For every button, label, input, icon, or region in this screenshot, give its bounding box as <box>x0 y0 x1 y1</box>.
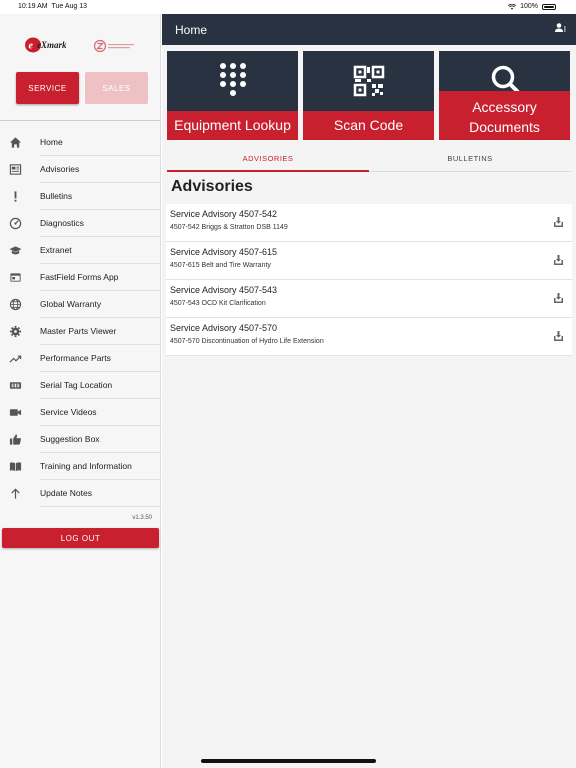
gauge-icon <box>9 217 22 230</box>
accessory-documents-label: Accessory Documents <box>439 91 570 140</box>
book-icon <box>9 462 22 472</box>
globe-icon <box>9 298 22 311</box>
status-time: 10:19 AM Tue Aug 13 <box>18 3 88 10</box>
sidebar-item-performance-parts[interactable]: Performance Parts <box>0 345 161 372</box>
keypad-icon <box>219 63 246 96</box>
sidebar-item-label: Global Warranty <box>40 299 102 309</box>
newspaper-icon <box>9 164 22 175</box>
gear-icon <box>9 325 22 338</box>
advisory-subtitle: 4507-543 OCD Kit Clarification <box>170 300 266 307</box>
sidebar-item-label: Master Parts Viewer <box>40 326 117 336</box>
trending-up-icon <box>9 355 22 363</box>
sidebar-item-label: Serial Tag Location <box>40 380 113 390</box>
sidebar-item-fastfield[interactable]: FastField Forms App <box>0 264 161 291</box>
status-bar: 10:19 AM Tue Aug 13 100% <box>0 0 576 14</box>
sidebar-item-label: Training and Information <box>40 461 132 471</box>
accessory-documents-tile[interactable]: Accessory Documents <box>439 51 570 140</box>
sidebar-item-advisories[interactable]: Advisories <box>0 156 161 183</box>
sidebar-item-label: Extranet <box>40 245 72 255</box>
list-item[interactable]: Service Advisory 4507-543 4507-543 OCD K… <box>166 280 572 318</box>
advisory-title: Service Advisory 4507-543 <box>170 285 278 295</box>
sidebar-item-label: Suggestion Box <box>40 434 100 444</box>
sidebar-item-label: Advisories <box>40 164 80 174</box>
sales-segment-button[interactable]: SALES <box>85 72 148 104</box>
app-version: v1.3.50 <box>132 515 152 521</box>
status-right: 100% <box>508 3 556 10</box>
sidebar-divider <box>0 120 161 121</box>
z-equipment-logo <box>93 39 134 53</box>
equipment-lookup-tile[interactable]: Equipment Lookup <box>167 51 298 140</box>
list-item[interactable]: Service Advisory 4507-615 4507-615 Belt … <box>166 242 572 280</box>
list-item[interactable]: Service Advisory 4507-570 4507-570 Disco… <box>166 318 572 356</box>
advisory-subtitle: 4507-615 Belt and Tire Warranty <box>170 262 271 269</box>
download-icon[interactable] <box>553 216 564 228</box>
service-segment-button[interactable]: SERVICE <box>16 72 79 104</box>
advisories-list: Service Advisory 4507-542 4507-542 Brigg… <box>166 204 572 356</box>
thumbs-up-icon <box>9 434 21 445</box>
equipment-lookup-label: Equipment Lookup <box>167 111 298 140</box>
scan-code-tile[interactable]: Scan Code <box>303 51 434 140</box>
user-account-icon[interactable] <box>554 22 566 34</box>
qr-code-icon <box>353 65 384 97</box>
sidebar-menu: Home Advisories Bulletins Diagnostics Ex… <box>0 129 161 507</box>
sidebar-item-label: Bulletins <box>40 191 73 201</box>
sidebar-item-service-videos[interactable]: Service Videos <box>0 399 161 426</box>
home-indicator[interactable] <box>201 759 376 763</box>
tab-advisories[interactable]: ADVISORIES <box>167 152 369 172</box>
sidebar-item-training-and-information[interactable]: Training and Information <box>0 453 161 480</box>
sidebar-item-label: Service Videos <box>40 407 97 417</box>
sidebar-item-suggestion-box[interactable]: Suggestion Box <box>0 426 161 453</box>
home-icon <box>9 137 22 148</box>
section-title: Advisories <box>171 178 253 195</box>
page-title: Home <box>175 23 208 37</box>
download-icon[interactable] <box>553 292 564 304</box>
sidebar-item-label: Diagnostics <box>40 218 84 228</box>
download-icon[interactable] <box>553 330 564 342</box>
active-tab-indicator <box>167 170 369 172</box>
download-icon[interactable] <box>553 254 564 266</box>
main-content: Home Equipment Lookup Scan Code Accessor… <box>162 14 576 768</box>
sidebar-item-label: Performance Parts <box>40 353 111 363</box>
advisory-subtitle: 4507-570 Discontinuation of Hydro Life E… <box>170 338 324 345</box>
advisory-title: Service Advisory 4507-542 <box>170 209 278 219</box>
sidebar-item-serial-tag-location[interactable]: Serial Tag Location <box>0 372 161 399</box>
svg-text:eXmark: eXmark <box>37 40 67 50</box>
exmark-logo: e eXmark <box>25 37 67 53</box>
sidebar-item-extranet[interactable]: Extranet <box>0 237 161 264</box>
window-icon <box>10 273 21 282</box>
list-item[interactable]: Service Advisory 4507-542 4507-542 Brigg… <box>166 204 572 242</box>
advisory-title: Service Advisory 4507-615 <box>170 247 278 257</box>
arrow-up-icon <box>11 488 20 499</box>
svg-text:e: e <box>29 41 34 52</box>
content-tabs: ADVISORIES BULLETINS <box>167 152 571 172</box>
logout-button[interactable]: LOG OUT <box>2 528 159 548</box>
wifi-icon <box>508 3 517 10</box>
graduation-cap-icon <box>9 246 22 255</box>
battery-percent: 100% <box>520 3 538 10</box>
tab-bulletins[interactable]: BULLETINS <box>369 152 571 172</box>
quick-action-tiles: Equipment Lookup Scan Code Accessory Docu… <box>167 51 571 141</box>
sidebar-item-label: FastField Forms App <box>40 272 119 282</box>
divider <box>40 506 161 507</box>
sidebar-item-diagnostics[interactable]: Diagnostics <box>0 210 161 237</box>
video-camera-icon <box>9 409 22 416</box>
scan-code-label: Scan Code <box>303 111 434 140</box>
brand-logos: e eXmark <box>0 36 161 56</box>
search-icon <box>491 65 519 94</box>
exclamation-icon <box>14 191 17 202</box>
advisory-subtitle: 4507-542 Briggs & Stratton DSB 1149 <box>170 224 288 231</box>
sidebar-item-home[interactable]: Home <box>0 129 161 156</box>
sidebar-item-master-parts-viewer[interactable]: Master Parts Viewer <box>0 318 161 345</box>
advisory-title: Service Advisory 4507-570 <box>170 323 278 333</box>
sidebar-item-label: Home <box>40 137 63 147</box>
app-header: Home <box>162 14 576 45</box>
sidebar-item-bulletins[interactable]: Bulletins <box>0 183 161 210</box>
battery-icon <box>542 3 556 10</box>
barcode-tag-icon <box>9 382 22 389</box>
sidebar-item-update-notes[interactable]: Update Notes <box>0 480 161 507</box>
sidebar-item-label: Update Notes <box>40 488 92 498</box>
sidebar-item-global-warranty[interactable]: Global Warranty <box>0 291 161 318</box>
sidebar: e eXmark SERVICE SALES Home Advisories B… <box>0 14 161 768</box>
